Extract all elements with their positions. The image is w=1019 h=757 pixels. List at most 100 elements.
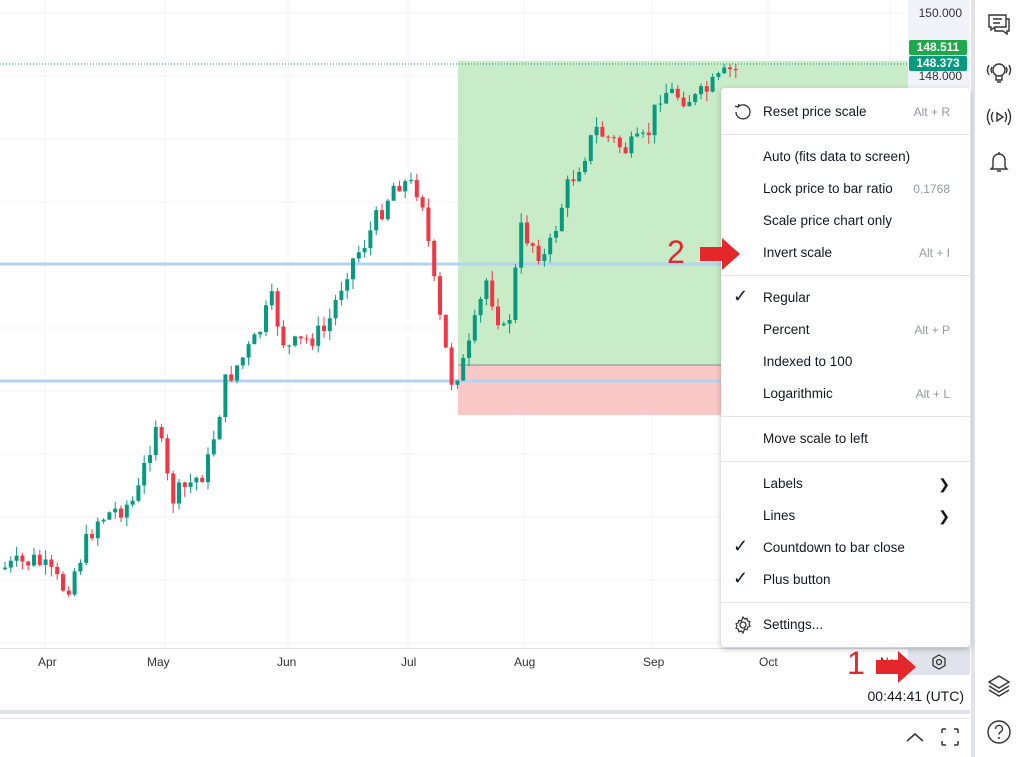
candle-body	[681, 97, 686, 107]
time-tick: Sep	[643, 655, 665, 669]
candle-body	[542, 254, 547, 262]
gear-icon	[735, 615, 751, 635]
alert-bell-icon[interactable]	[985, 148, 1013, 176]
candle-body	[264, 305, 268, 333]
candle-body	[84, 534, 89, 563]
menu-item-reset-price-scale[interactable]: Reset price scale Alt + R	[721, 96, 970, 128]
candle-body	[26, 561, 31, 566]
candle-body	[629, 136, 634, 154]
menu-label: Move scale to left	[763, 431, 869, 446]
maximize-icon[interactable]	[940, 727, 960, 747]
candle-body	[536, 245, 541, 262]
chat-icon[interactable]	[985, 10, 1013, 38]
menu-label: Auto (fits data to screen)	[763, 149, 911, 164]
candle-body	[525, 222, 529, 244]
candle-body	[554, 231, 558, 238]
menu-item-lock-ratio[interactable]: Lock price to bar ratio 0.1768	[721, 173, 970, 205]
candle-body	[414, 180, 419, 198]
menu-item-logarithmic[interactable]: Logarithmic Alt + L	[721, 378, 970, 410]
menu-item-countdown[interactable]: ✓ Countdown to bar close	[721, 532, 970, 564]
candle-body	[519, 222, 524, 268]
candle-body	[107, 512, 112, 520]
candle-body	[275, 291, 280, 327]
candle-body	[287, 345, 292, 347]
candle-body	[345, 279, 350, 291]
candle-body	[130, 500, 135, 505]
candle-body	[675, 88, 680, 98]
time-scale[interactable]: Apr May Jun Jul Aug Sep Oct Nov	[0, 648, 970, 675]
menu-item-scale-price-only[interactable]: Scale price chart only	[721, 205, 970, 237]
candle-body	[217, 416, 222, 440]
menu-label: Logarithmic	[763, 386, 833, 401]
menu-item-labels[interactable]: Labels ❯	[721, 468, 970, 500]
time-tick: May	[147, 655, 170, 669]
candle-body	[269, 291, 274, 306]
candle-body	[716, 73, 721, 77]
candle-body	[449, 347, 454, 385]
layers-icon[interactable]	[985, 672, 1013, 700]
candle-body	[171, 473, 176, 504]
annotation-step-1: 1	[847, 645, 865, 681]
price-tick: 150.000	[918, 6, 962, 20]
shortcut: Alt + L	[915, 387, 950, 401]
candle-body	[507, 319, 512, 324]
chevron-right-icon: ❯	[938, 476, 950, 492]
menu-label: Indexed to 100	[763, 354, 853, 369]
menu-label: Percent	[763, 322, 810, 337]
candle-body	[646, 132, 651, 136]
candle-body	[43, 559, 48, 565]
help-icon[interactable]	[985, 718, 1013, 746]
candle-body	[182, 482, 187, 488]
menu-item-percent[interactable]: Percent Alt + P	[721, 314, 970, 346]
candle-body	[3, 567, 7, 570]
menu-item-lines[interactable]: Lines ❯	[721, 500, 970, 532]
stream-icon[interactable]	[985, 103, 1013, 131]
annotation-arrow-icon	[876, 651, 916, 683]
candle-body	[403, 181, 408, 192]
candle-body	[356, 252, 361, 259]
candle-body	[333, 299, 338, 319]
candle-body	[240, 357, 245, 366]
candle-body	[293, 336, 297, 346]
candle-body	[304, 338, 309, 340]
candle-body	[728, 67, 732, 70]
candle-body	[55, 566, 60, 575]
candle-body	[548, 237, 553, 255]
candle-body	[310, 338, 315, 346]
menu-item-invert-scale[interactable]: Invert scale Alt + I	[721, 237, 970, 269]
candle-body	[66, 590, 71, 595]
candle-body	[687, 102, 692, 107]
candle-body	[606, 136, 611, 138]
time-tick: Jul	[401, 655, 417, 669]
menu-item-auto[interactable]: Auto (fits data to screen)	[721, 141, 970, 173]
menu-item-indexed[interactable]: Indexed to 100	[721, 346, 970, 378]
checkmark-icon: ✓	[733, 536, 749, 556]
menu-label: Reset price scale	[763, 104, 867, 119]
chevron-up-icon[interactable]	[904, 729, 926, 745]
candle-body	[438, 276, 442, 315]
candle-body	[513, 267, 518, 320]
menu-item-settings[interactable]: Settings...	[721, 609, 970, 641]
menu-item-move-scale-left[interactable]: Move scale to left	[721, 423, 970, 455]
candle-body	[72, 571, 77, 595]
clock[interactable]: 00:44:41 (UTC)	[868, 688, 964, 704]
menu-item-regular[interactable]: ✓ Regular	[721, 282, 970, 314]
menu-item-plus-button[interactable]: ✓ Plus button	[721, 564, 970, 596]
shortcut: Alt + I	[918, 246, 950, 260]
candle-body	[722, 67, 727, 74]
candle-body	[664, 92, 669, 104]
candle-body	[153, 427, 158, 456]
candle-body	[420, 197, 425, 208]
candle-body	[124, 504, 129, 518]
candle-body	[600, 126, 605, 137]
candle-body	[90, 534, 94, 539]
candle-body	[635, 133, 640, 137]
candle-body	[571, 179, 576, 182]
candle-body	[658, 103, 663, 105]
candle-body	[32, 554, 36, 566]
ideas-icon[interactable]	[985, 58, 1013, 86]
candle-body	[530, 243, 535, 246]
prev-price-label: 148.373	[909, 56, 967, 71]
candle-body	[49, 559, 54, 567]
candle-body	[229, 374, 234, 381]
